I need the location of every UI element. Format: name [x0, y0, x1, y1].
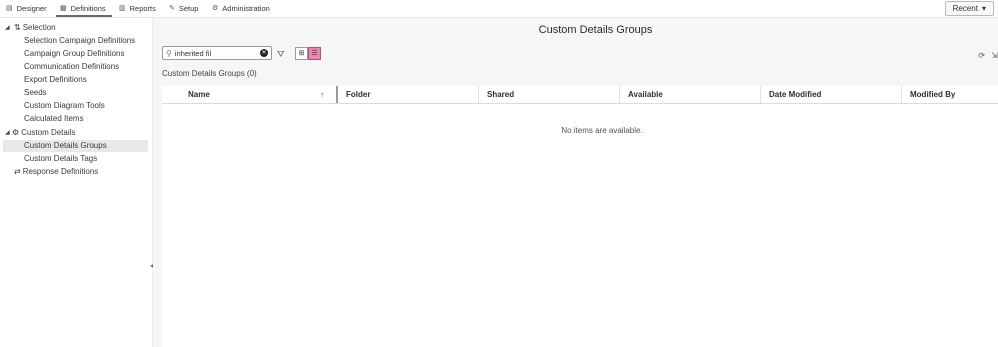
toolbar-right: ⟳ ⇲ [978, 51, 998, 60]
tree-item-label: Custom Diagram Tools [24, 101, 105, 110]
recent-label: Recent [952, 4, 978, 13]
tab-administration[interactable]: ⚙ Administration [212, 0, 270, 16]
tab-setup-label: Setup [178, 3, 199, 13]
designer-icon: ▤ [6, 5, 13, 12]
tree-item-label: Calculated Items [24, 114, 84, 123]
tree-item-selection-campaign-definitions[interactable]: Selection Campaign Definitions [24, 35, 135, 47]
clear-icon[interactable]: ✕ [260, 49, 268, 57]
list-view-button[interactable]: ☰ [308, 47, 321, 60]
tree-item-custom-details-groups[interactable]: Custom Details Groups [3, 140, 148, 152]
tree-item-label: Seeds [24, 88, 47, 97]
tree-item-communication-definitions[interactable]: Communication Definitions [24, 61, 119, 73]
tab-reports-label: Reports [129, 3, 156, 13]
tab-definitions[interactable]: ▦ Definitions [56, 0, 112, 17]
tree-item-campaign-group-definitions[interactable]: Campaign Group Definitions [24, 48, 125, 60]
tree-item-calculated-items[interactable]: Calculated Items [24, 113, 84, 125]
tree-item-export-definitions[interactable]: Export Definitions [24, 74, 87, 86]
recent-button[interactable]: Recent ▾ [944, 1, 994, 16]
tab-designer-label: Designer [16, 3, 47, 13]
page-title: Custom Details Groups [538, 24, 653, 36]
main-panel: Custom Details Groups ⚲ inherited fil ✕ … [153, 18, 998, 347]
empty-message: No items are available. [561, 126, 643, 135]
tree-item-custom-diagram-tools[interactable]: Custom Diagram Tools [24, 100, 105, 112]
tab-administration-label: Administration [222, 3, 270, 13]
tree-item-label: Selection [22, 23, 56, 32]
custom-details-icon: ⚙ [12, 128, 20, 137]
tab-definitions-label: Definitions [70, 3, 106, 13]
selection-icon: ⇅ [14, 23, 21, 32]
tree-item-seeds[interactable]: Seeds [24, 87, 47, 99]
column-header-name[interactable]: Name [188, 86, 210, 103]
column-header-modified-by[interactable]: Modified By [910, 86, 955, 103]
sidebar: ◢ ⇅ Selection Selection Campaign Definiti… [0, 18, 153, 347]
column-divider [619, 86, 620, 103]
search-field[interactable]: ⚲ inherited fil ✕ [162, 46, 272, 60]
response-icon: ⇄ [14, 167, 21, 176]
items-count: Custom Details Groups (0) [162, 69, 257, 78]
column-header-folder[interactable]: Folder [346, 86, 370, 103]
sort-ascending-icon[interactable]: ↑ [320, 86, 324, 103]
tree-item-label: Communication Definitions [24, 62, 120, 71]
column-divider [478, 86, 479, 103]
column-resize-handle[interactable] [336, 86, 338, 103]
tree-item-label: Campaign Group Definitions [24, 49, 125, 58]
tab-reports[interactable]: ▥ Reports [119, 0, 156, 16]
definitions-icon: ▦ [60, 5, 67, 12]
filter-icon[interactable]: ⛛ [277, 49, 285, 60]
tree-item-custom-details-tags[interactable]: Custom Details Tags [24, 153, 97, 165]
tree-item-label: Custom Details Groups [24, 141, 107, 150]
results-table: Name ↑ Folder Shared Available Date Modi… [162, 86, 998, 347]
refresh-icon[interactable]: ⟳ [978, 51, 985, 60]
column-divider [760, 86, 761, 103]
tree-view-button[interactable]: ⊞ [295, 47, 308, 60]
top-navigation: ▤ Designer ▦ Definitions ▥ Reports ✎ Set… [0, 0, 998, 18]
tree-item-custom-details[interactable]: ⚙ Custom Details [12, 127, 75, 139]
tab-setup[interactable]: ✎ Setup [169, 0, 198, 16]
tree-item-label: Custom Details [21, 128, 76, 137]
chevron-down-icon: ▾ [981, 4, 986, 13]
export-icon[interactable]: ⇲ [991, 51, 998, 60]
expand-triangle-icon[interactable]: ◢ [5, 129, 10, 136]
search-input[interactable]: inherited fil [175, 49, 260, 58]
column-header-available[interactable]: Available [628, 86, 663, 103]
admin-icon: ⚙ [212, 5, 219, 12]
column-divider [901, 86, 902, 103]
tree-item-label: Export Definitions [24, 75, 87, 84]
tree-item-selection[interactable]: ⇅ Selection [14, 22, 56, 34]
expand-triangle-icon[interactable]: ◢ [5, 24, 10, 31]
reports-icon: ▥ [119, 5, 126, 12]
tree-item-label: Response Definitions [22, 167, 99, 176]
wrench-icon: ✎ [169, 5, 175, 12]
tab-designer[interactable]: ▤ Designer [6, 0, 47, 16]
tree-item-response-definitions[interactable]: ⇄ Response Definitions [14, 166, 98, 178]
column-header-shared[interactable]: Shared [487, 86, 514, 103]
tree-item-label: Custom Details Tags [24, 154, 98, 163]
column-header-date-modified[interactable]: Date Modified [769, 86, 821, 103]
search-icon: ⚲ [166, 48, 172, 58]
table-header: Name ↑ Folder Shared Available Date Modi… [162, 86, 998, 104]
tree-item-label: Selection Campaign Definitions [24, 36, 136, 45]
